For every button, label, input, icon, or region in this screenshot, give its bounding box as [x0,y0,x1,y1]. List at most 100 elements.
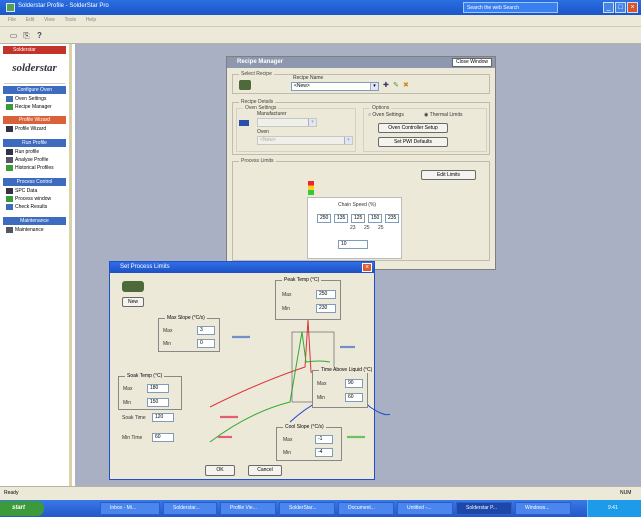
close-button[interactable]: × [627,2,638,13]
limits-dialog-title: Set Process Limits × [110,262,374,273]
dialog-close-button[interactable]: × [362,263,372,272]
system-tray: 9:41 [587,500,641,517]
manufacturer-select[interactable]: ▾ [257,118,317,127]
close-window-button[interactable]: Close Window [452,58,492,67]
traffic-light-icon [308,181,314,195]
option-thermal-limits-radio[interactable]: ◉ Thermal Limits [424,112,462,118]
history-icon [6,165,13,171]
sidebar-header-process-control: Process Control [3,178,66,186]
help-icon[interactable]: ? [34,30,45,41]
process-window-icon [6,196,13,202]
time-above-liquid-group: Time Above Liquid (°C) Max 90 Min 60 [312,367,375,408]
popup-value-3[interactable]: 125 [351,214,365,223]
maintenance-icon [6,227,13,233]
sidebar-item-maintenance[interactable]: Maintenance [6,226,69,234]
new-button[interactable]: New [122,297,144,307]
menu-tools[interactable]: Tools [64,17,76,23]
edit-limits-button[interactable]: Edit Limits [421,170,476,180]
num-lock-indicator: NUM [620,490,632,496]
ramp-min-input[interactable]: 0 [197,339,215,348]
menu-help[interactable]: Help [86,17,96,23]
ok-button[interactable]: OK [205,465,235,476]
menu-file[interactable]: File [8,17,16,23]
recipe-name-select[interactable]: <New> ▾ [291,82,379,91]
app-icon [6,3,15,12]
taskbar-item-7[interactable]: Solderstar P... [456,502,512,515]
option-oven-settings-radio[interactable]: ○ Oven Settings [368,112,404,118]
maximize-button[interactable]: □ [615,2,626,13]
taskbar-item-3[interactable]: Profile Vie... [220,502,276,515]
peak-max-input[interactable]: 250 [316,290,336,299]
cool-min-input[interactable]: -4 [315,448,333,457]
menu-edit[interactable]: Edit [26,17,35,23]
oven-icon [239,120,249,126]
analyse-icon [6,157,13,163]
taskbar-item-4[interactable]: SolderStar... [279,502,335,515]
sidebar-item-analyse-profile[interactable]: Analyse Profile [6,156,69,164]
sidebar-item-spc-data[interactable]: SPC Data [6,187,69,195]
soak-time-input[interactable]: 120 [152,413,174,422]
web-search-box[interactable]: Search the web Search [463,2,558,13]
soak-min-input[interactable]: 150 [147,398,169,407]
taskbar-item-2[interactable]: Solderstar... [163,502,217,515]
recipe-icon [122,281,144,292]
cancel-button[interactable]: Cancel [248,465,282,476]
status-text: Ready [4,490,19,496]
app-title-bar: Solderstar Profile - SolderStar Pro Sear… [0,0,641,15]
peak-min-input[interactable]: 230 [316,304,336,313]
menu-bar: File Edit View Tools Help [0,15,641,27]
open-icon[interactable]: ⎘ [21,30,32,41]
menu-view[interactable]: View [44,17,55,23]
popup-value-2[interactable]: 135 [334,214,348,223]
oven-controller-setup-button[interactable]: Oven Controller Setup [378,123,448,133]
soak-temp-group: Soak Temp (°C) Max 180 Min 150 [118,373,182,410]
ramp-max-input[interactable]: 3 [197,326,215,335]
oven-icon [6,96,13,102]
taskbar-item-1[interactable]: Inbox - Mi... [100,502,160,515]
new-icon[interactable]: ▭ [8,30,19,41]
sidebar-item-profile-wizard[interactable]: Profile Wizard [6,125,69,133]
chain-speed-popup: Chain Speed (%) 250 135 125 150 235 23 2… [307,197,402,259]
set-process-limits-dialog: Set Process Limits × New Max Slope (°C/s… [109,261,390,480]
start-button[interactable]: start [0,501,44,516]
check-icon [6,204,13,210]
delete-recipe-icon[interactable]: ✖ [403,81,409,89]
sidebar-header-maintenance: Maintenance [3,217,66,225]
recipe-manager-title: Recipe Manager Close Window [227,57,495,68]
sidebar-header-profile-wizard: Profile Wizard [3,116,66,124]
max-slope-group: Max Slope (°C/s) Max 3 Min 0 [158,315,220,352]
select-recipe-group: Select Recipe Recipe Name <New> ▾ ✚ ✎ ✖ [232,71,490,94]
set-pwi-defaults-button[interactable]: Set PWI Defaults [378,137,448,147]
spc-icon [6,188,13,194]
add-recipe-icon[interactable]: ✚ [383,81,389,89]
sidebar-item-check-results[interactable]: Check Results [6,203,69,211]
popup-value-5[interactable]: 235 [385,214,399,223]
oven-select[interactable]: <New> ▾ [257,136,353,145]
sidebar-item-oven-settings[interactable]: Oven Settings [6,95,69,103]
minimize-button[interactable]: _ [603,2,614,13]
peak-temp-group: Peak Temp (°C) Max 250 Min 230 [275,277,341,320]
taskbar-item-8[interactable]: Windows... [515,502,571,515]
popup-value-4[interactable]: 150 [368,214,382,223]
cool-max-input[interactable]: -1 [315,435,333,444]
popup-value-1[interactable]: 250 [317,214,331,223]
soak-max-input[interactable]: 180 [147,384,169,393]
tal-max-input[interactable]: 90 [345,379,363,388]
save-recipe-icon[interactable]: ✎ [393,81,399,89]
sidebar-item-run-profile[interactable]: Run profile [6,148,69,156]
app-title: Solderstar Profile - SolderStar Pro [18,3,109,9]
sidebar-item-process-window[interactable]: Process window [6,195,69,203]
sidebar-item-recipe-manager[interactable]: Recipe Manager [6,103,69,111]
wizard-icon [6,126,13,132]
oven-settings-group: Oven Settings Manufacturer ▾ Oven <New> ▾ [236,105,356,152]
cool-slope-group: Cool Slope (°C/s) Max -1 Min -4 [276,424,342,461]
soak-time-min-input[interactable]: 60 [152,433,174,442]
recipe-icon [6,104,13,110]
taskbar-item-5[interactable]: Document... [338,502,394,515]
tal-min-input[interactable]: 60 [345,393,363,402]
sidebar-header-run-profile: Run Profile [3,139,66,147]
popup-bottom-value[interactable]: 10 [338,240,368,249]
sidebar: Solderstar solderstar Configure Oven Ove… [0,44,72,486]
taskbar-item-6[interactable]: Untitled -... [397,502,453,515]
sidebar-item-historical-profiles[interactable]: Historical Profiles [6,164,69,172]
